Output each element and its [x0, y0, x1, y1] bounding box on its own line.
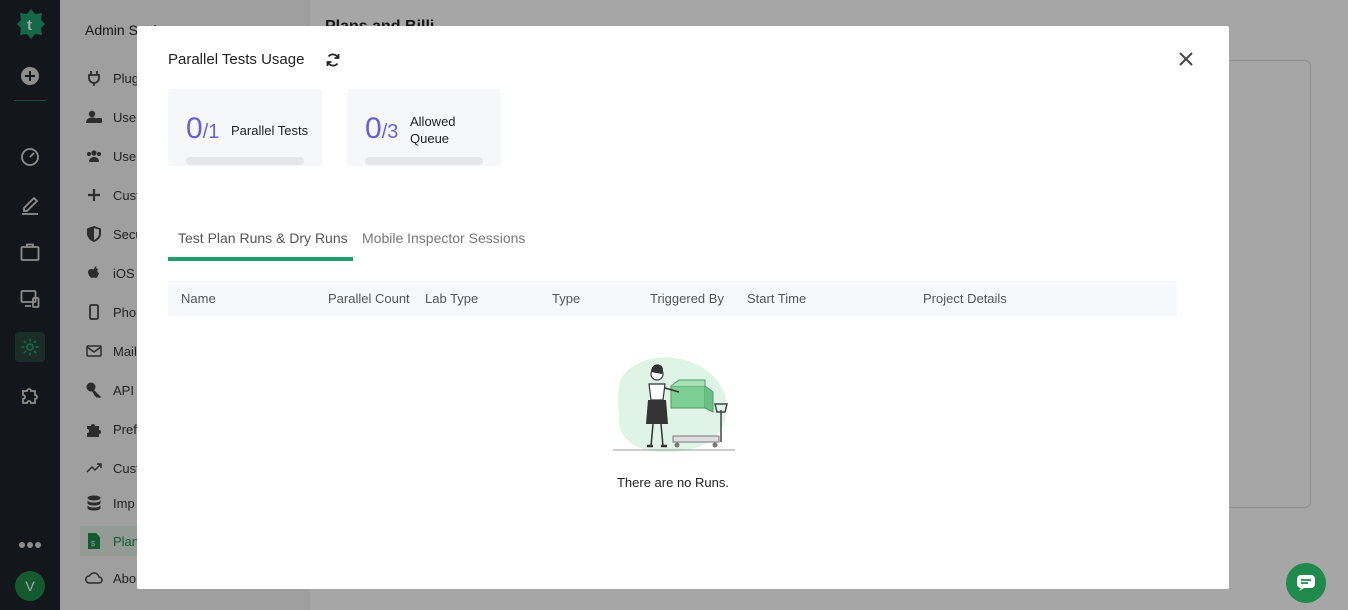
active-tab-indicator — [168, 257, 353, 261]
allowed-queue-stat: 0/3 Allowed Queue — [347, 89, 501, 166]
progress-bar — [365, 157, 483, 165]
runs-table-header: Name Parallel Count Lab Type Type Trigge… — [168, 281, 1177, 316]
chat-icon — [1297, 575, 1315, 591]
refresh-icon[interactable] — [325, 52, 341, 68]
dialog-title: Parallel Tests Usage — [168, 51, 305, 68]
column-header[interactable]: Name — [181, 291, 216, 306]
stat-value: 0/1 — [186, 112, 220, 145]
close-icon[interactable] — [1177, 50, 1195, 68]
column-header[interactable]: Type — [552, 291, 580, 306]
column-header[interactable]: Triggered By — [650, 291, 724, 306]
chat-button[interactable] — [1286, 563, 1326, 603]
empty-state-illustration — [613, 357, 735, 452]
tab-mobile-inspector-sessions[interactable]: Mobile Inspector Sessions — [362, 230, 525, 265]
stat-label: Parallel Tests — [231, 123, 309, 138]
column-header[interactable]: Project Details — [923, 291, 1007, 306]
progress-bar — [186, 157, 304, 165]
column-header[interactable]: Start Time — [747, 291, 806, 306]
column-header[interactable]: Lab Type — [425, 291, 478, 306]
stat-label: Allowed Queue — [410, 114, 456, 146]
stat-value: 0/3 — [365, 112, 399, 145]
column-header[interactable]: Parallel Count — [328, 291, 410, 306]
parallel-tests-stat: 0/1 Parallel Tests — [168, 89, 322, 166]
empty-state-message: There are no Runs. — [616, 475, 729, 490]
parallel-tests-usage-dialog: Parallel Tests Usage 0/1 Parallel Tests … — [137, 26, 1229, 589]
